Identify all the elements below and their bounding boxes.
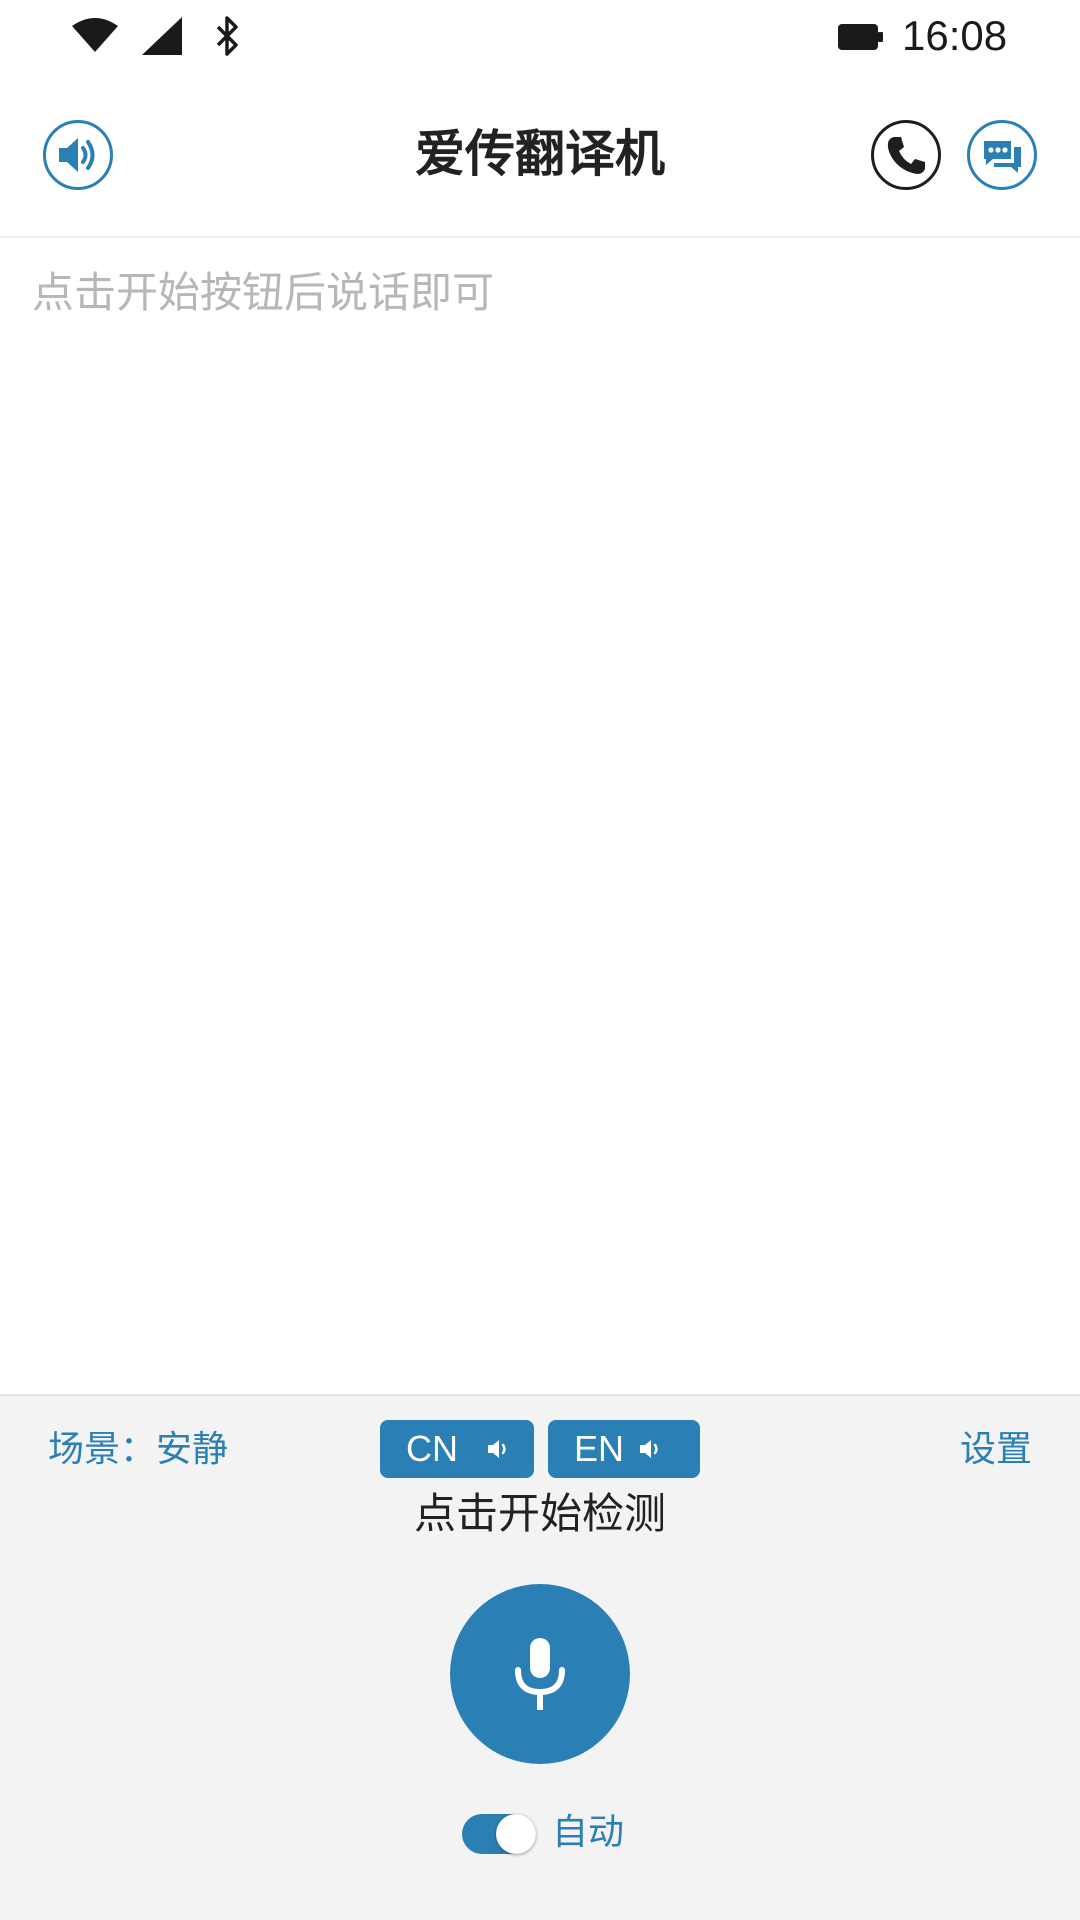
app-bar: 爱传翻译机	[0, 72, 1080, 238]
chat-button[interactable]	[967, 120, 1037, 190]
mic-button[interactable]	[450, 1584, 630, 1764]
status-time: 16:08	[902, 12, 1008, 59]
call-button[interactable]	[871, 120, 941, 190]
control-panel: 场景：安静 CN EN 设置 点击开始检测 自动	[0, 1396, 1080, 1920]
scene-selector[interactable]: 场景：安静	[48, 1428, 228, 1472]
battery-icon	[838, 24, 883, 50]
microphone-icon	[515, 1638, 565, 1710]
wifi-icon	[72, 18, 118, 52]
toggle-knob	[496, 1814, 536, 1854]
cell-signal-icon	[142, 17, 182, 55]
speaker-small-icon	[640, 1440, 658, 1458]
source-language-label: CN	[406, 1428, 458, 1469]
phone-icon	[887, 137, 925, 174]
auto-toggle[interactable]	[462, 1814, 536, 1854]
auto-label: 自动	[552, 1812, 625, 1853]
target-language-label: EN	[574, 1428, 625, 1469]
bluetooth-icon	[216, 16, 238, 56]
speaker-small-icon	[488, 1440, 506, 1458]
source-language-button[interactable]: CN	[380, 1420, 534, 1478]
transcript-area[interactable]: 点击开始按钮后说话即可	[0, 238, 1080, 1396]
transcript-placeholder: 点击开始按钮后说话即可	[32, 268, 495, 317]
status-bar: 16:08	[0, 0, 1080, 72]
start-detect-label: 点击开始检测	[413, 1489, 666, 1538]
settings-link[interactable]: 设置	[960, 1428, 1032, 1472]
chat-icon	[984, 141, 1021, 173]
target-language-button[interactable]: EN	[548, 1420, 700, 1478]
